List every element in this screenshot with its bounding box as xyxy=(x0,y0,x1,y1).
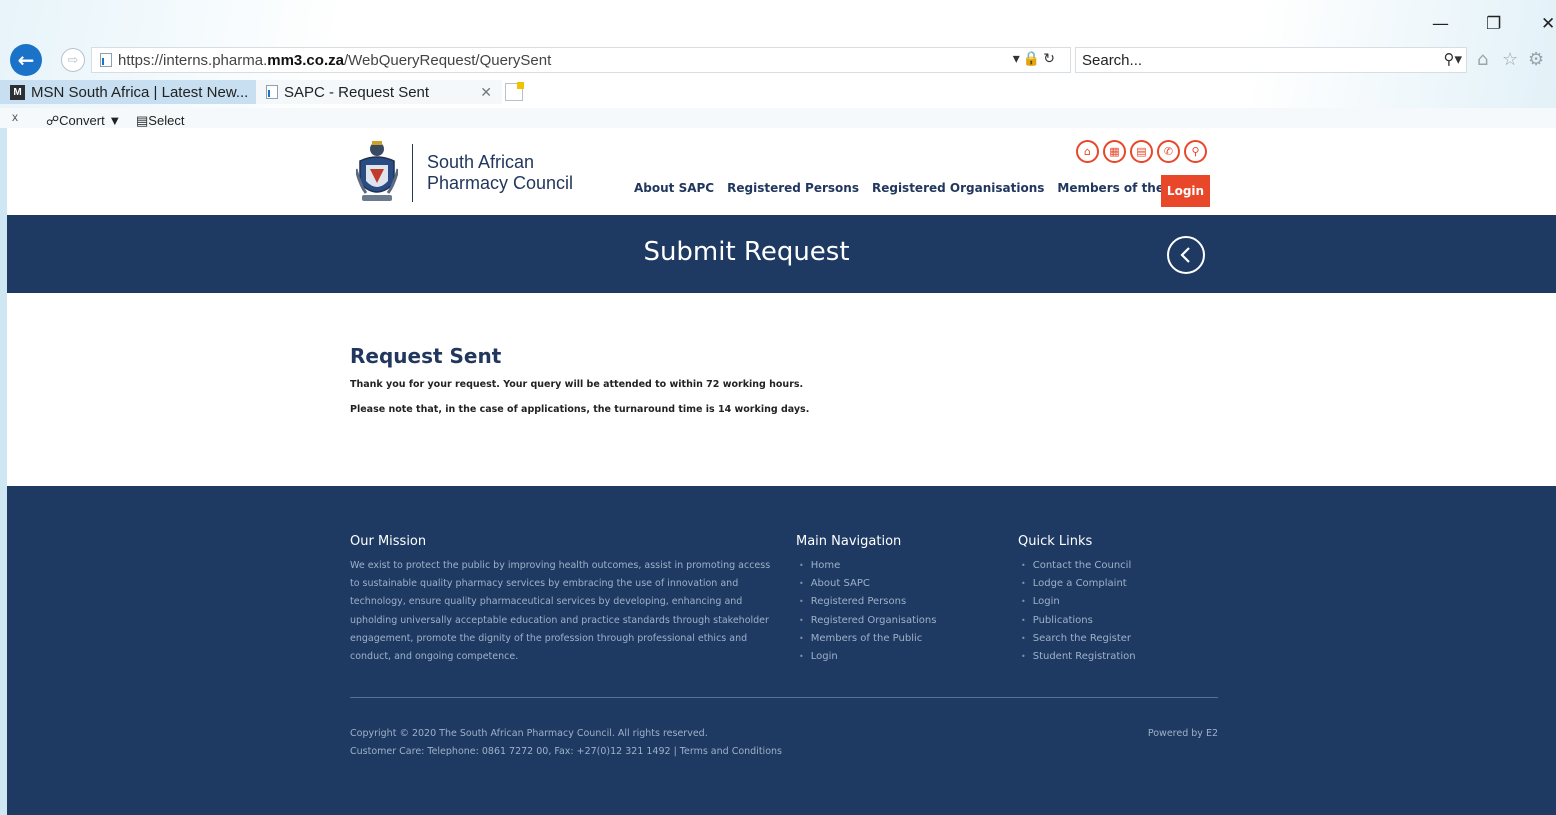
footer-nav-list: Home About SAPC Registered Persons Regis… xyxy=(799,557,937,666)
quick-link-search-register[interactable]: Search the Register xyxy=(1021,630,1136,648)
home-icon[interactable]: ⌂ xyxy=(1477,49,1488,70)
sapc-crest-logo[interactable] xyxy=(356,139,398,205)
url-path: /WebQueryRequest/QuerySent xyxy=(343,51,552,69)
page-banner: Submit Request xyxy=(7,215,1556,293)
main-navigation-heading: Main Navigation xyxy=(796,534,902,549)
web-page: South African Pharmacy Council ⌂ ▦ ▤ ✆ ⚲… xyxy=(7,128,1556,815)
quick-icons: ⌂ ▦ ▤ ✆ ⚲ xyxy=(1076,140,1207,163)
turnaround-note: Please note that, in the case of applica… xyxy=(350,404,810,415)
tab-close-icon[interactable]: ✕ xyxy=(480,84,492,101)
nav-item-about-sapc[interactable]: About SAPC xyxy=(634,181,714,195)
favorites-star-icon[interactable]: ☆ xyxy=(1502,49,1518,70)
powered-by[interactable]: Powered by E2 xyxy=(1073,725,1218,743)
quick-link-login[interactable]: Login xyxy=(1021,593,1136,611)
select-label: Select xyxy=(148,113,185,128)
quick-link-complaint[interactable]: Lodge a Complaint xyxy=(1021,575,1136,593)
mission-heading: Our Mission xyxy=(350,534,427,549)
site-logo-text[interactable]: South African Pharmacy Council xyxy=(427,152,573,194)
tab-strip: M MSN South Africa | Latest New... SAPC … xyxy=(0,80,1556,104)
address-bar[interactable]: https://interns.pharma.mm3.co.za/WebQuer… xyxy=(91,47,1071,73)
browser-chrome: — ❐ ✕ ← ⇨ https://interns.pharma.mm3.co.… xyxy=(0,0,1556,128)
chevron-left-icon xyxy=(1180,247,1190,263)
confirmation-message: Thank you for your request. Your query w… xyxy=(350,379,804,390)
tab-label: SAPC - Request Sent xyxy=(284,83,430,101)
close-window-button[interactable]: ✕ xyxy=(1541,14,1555,34)
address-tools[interactable]: ▾🔒↻ xyxy=(1013,51,1058,67)
nav-item-registered-organisations[interactable]: Registered Organisations xyxy=(872,181,1044,195)
back-button[interactable]: ← xyxy=(10,44,42,76)
address-bar-row: ← ⇨ https://interns.pharma.mm3.co.za/Web… xyxy=(0,44,1556,76)
url-text[interactable]: https://interns.pharma.mm3.co.za/WebQuer… xyxy=(118,52,551,69)
browser-search-input[interactable] xyxy=(1082,51,1412,69)
back-arrow-icon: ← xyxy=(17,48,35,72)
logo-line-1: South African xyxy=(427,152,535,172)
url-domain: mm3.co.za xyxy=(267,51,344,69)
mission-text: We exist to protect the public by improv… xyxy=(350,560,771,663)
new-tab-button[interactable] xyxy=(505,82,524,101)
tab-sapc[interactable]: SAPC - Request Sent ✕ xyxy=(256,80,502,104)
back-button[interactable] xyxy=(1167,236,1205,274)
logo-line-2: Pharmacy Council xyxy=(427,173,574,193)
footer-link-about-sapc[interactable]: About SAPC xyxy=(799,575,936,593)
tab-label: MSN South Africa | Latest New... xyxy=(31,83,249,101)
quick-link-publications[interactable]: Publications xyxy=(1021,612,1136,630)
login-button[interactable]: Login xyxy=(1161,175,1210,207)
footer-link-registered-organisations[interactable]: Registered Organisations xyxy=(799,612,937,630)
home-icon[interactable]: ⌂ xyxy=(1076,140,1099,163)
footer-divider xyxy=(350,697,1218,698)
forward-button[interactable]: ⇨ xyxy=(61,48,85,72)
phone-icon[interactable]: ✆ xyxy=(1157,140,1180,163)
request-sent-heading: Request Sent xyxy=(350,344,502,368)
footer-link-registered-persons[interactable]: Registered Persons xyxy=(799,593,936,611)
page-title: Submit Request xyxy=(643,237,850,267)
main-nav: About SAPC Registered Persons Registered… xyxy=(634,181,1209,195)
footer-link-members-of-the-public[interactable]: Members of the Public xyxy=(799,630,936,648)
command-bar-close[interactable]: x xyxy=(12,110,18,124)
command-bar: x ☍Convert ▼ ▤Select xyxy=(0,108,1556,128)
nav-item-registered-persons[interactable]: Registered Persons xyxy=(727,181,859,195)
browser-search-box[interactable]: ⚲▾ xyxy=(1075,47,1467,73)
customer-care-text: Customer Care: Telephone: 0861 7272 00, … xyxy=(350,746,782,757)
copyright-text: Copyright © 2020 The South African Pharm… xyxy=(350,728,708,739)
main-content: Request Sent Thank you for your request.… xyxy=(350,344,809,415)
page-icon xyxy=(100,53,112,67)
tab-msn[interactable]: M MSN South Africa | Latest New... xyxy=(0,80,256,104)
quick-links-list: Contact the Council Lodge a Complaint Lo… xyxy=(1021,557,1136,666)
quick-links-heading: Quick Links xyxy=(1018,534,1093,549)
forward-arrow-icon: ⇨ xyxy=(67,52,79,68)
search-icon[interactable]: ⚲ xyxy=(1184,140,1207,163)
quick-link-contact[interactable]: Contact the Council xyxy=(1021,557,1136,575)
convert-label: Convert xyxy=(59,113,105,128)
restore-button[interactable]: ❐ xyxy=(1486,14,1501,34)
calendar-icon[interactable]: ▦ xyxy=(1103,140,1126,163)
msn-logo-icon: M xyxy=(10,84,25,100)
copyright-block: Copyright © 2020 The South African Pharm… xyxy=(350,725,782,761)
book-icon[interactable]: ▤ xyxy=(1130,140,1153,163)
settings-gear-icon[interactable]: ⚙ xyxy=(1528,49,1544,70)
url-prefix: https://interns.pharma. xyxy=(118,51,268,69)
select-button[interactable]: ▤Select xyxy=(136,113,184,128)
footer-link-login[interactable]: Login xyxy=(799,648,936,666)
site-footer: Our Mission We exist to protect the publ… xyxy=(7,486,1556,815)
page-icon xyxy=(266,85,278,99)
search-icon[interactable]: ⚲▾ xyxy=(1443,50,1462,68)
minimize-button[interactable]: — xyxy=(1432,14,1449,34)
quick-link-student-registration[interactable]: Student Registration xyxy=(1021,648,1136,666)
convert-menu[interactable]: ☍Convert ▼ xyxy=(46,113,121,128)
logo-divider xyxy=(412,144,413,202)
site-header: South African Pharmacy Council ⌂ ▦ ▤ ✆ ⚲… xyxy=(7,128,1556,215)
footer-link-home[interactable]: Home xyxy=(799,557,936,575)
